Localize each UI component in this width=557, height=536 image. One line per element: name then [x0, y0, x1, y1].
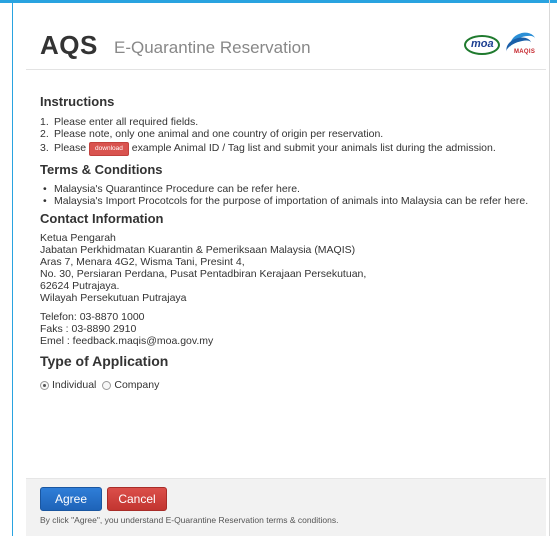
application-type-group: Individual Company — [40, 369, 540, 393]
application-type-heading: Type of Application — [40, 353, 169, 369]
cancel-button[interactable]: Cancel — [107, 487, 167, 511]
terms-acknowledgement-note: By click "Agree", you understand E-Quara… — [40, 515, 339, 525]
window-top-border — [0, 0, 557, 3]
individual-radio-label[interactable]: Individual — [52, 379, 96, 391]
instruction-item: 1. Please enter all required fields. — [40, 116, 199, 128]
terms-item[interactable]: • Malaysia's Quarantince Procedure can be… — [40, 183, 540, 195]
moa-logo: moa — [464, 35, 500, 55]
instructions-heading: Instructions — [40, 94, 115, 109]
window-left-border — [12, 0, 13, 536]
contact-address: Ketua Pengarah Jabatan Perkhidmatan Kuar… — [40, 232, 367, 304]
contact-fax: Faks : 03-8890 2910 — [40, 323, 137, 335]
terms-list: • Malaysia's Quarantince Procedure can be… — [40, 178, 540, 207]
maqis-logo: MAQIS — [503, 29, 544, 60]
page-title: AQS — [40, 30, 98, 60]
instructions-list: 1. Please enter all required fields. 2. … — [40, 110, 540, 156]
form-actions-footer: Agree Cancel By click "Agree", you under… — [26, 478, 546, 536]
main-content: Instructions 1. Please enter all require… — [40, 94, 540, 393]
instruction-item: 2. Please note, only one animal and one … — [40, 128, 384, 140]
page-subtitle: E-Quarantine Reservation — [114, 38, 311, 57]
terms-item[interactable]: • Malaysia's Import Procotcols for the pu… — [40, 195, 540, 207]
company-radio[interactable] — [102, 380, 112, 390]
instruction-item: 3. Please download example Animal ID / T… — [40, 142, 496, 156]
contact-email: Emel : feedback.maqis@moa.gov.my — [40, 335, 214, 347]
contact-heading: Contact Information — [40, 211, 164, 226]
individual-radio[interactable] — [40, 380, 49, 390]
page-header: AQS E-Quarantine Reservation moa MAQIS — [26, 18, 546, 70]
contact-details: Telefon: 03-8870 1000 Faks : 03-8890 291… — [40, 304, 540, 347]
agree-button[interactable]: Agree — [40, 487, 102, 511]
terms-heading: Terms & Conditions — [40, 162, 163, 177]
window-right-border — [549, 0, 550, 536]
company-radio-label[interactable]: Company — [114, 379, 159, 391]
agency-logos: moa MAQIS — [464, 29, 544, 60]
download-button[interactable]: download — [89, 142, 129, 156]
contact-phone: Telefon: 03-8870 1000 — [40, 311, 145, 323]
